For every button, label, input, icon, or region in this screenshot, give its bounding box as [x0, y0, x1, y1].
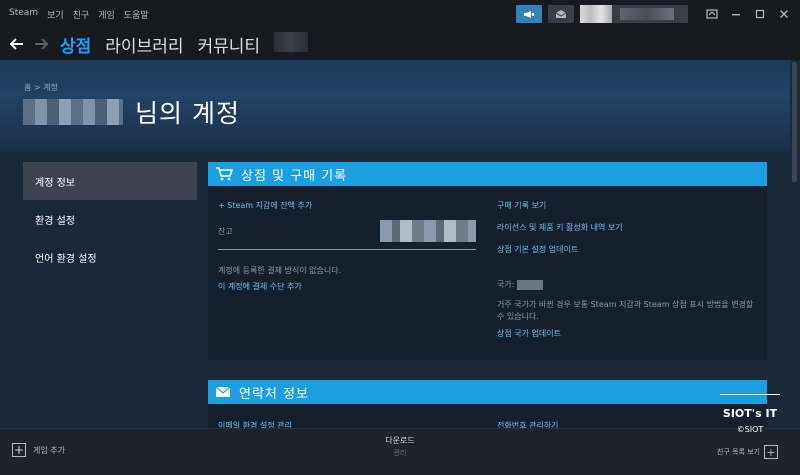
menu-games[interactable]: 게임 — [98, 8, 115, 21]
notifications-button[interactable] — [548, 5, 574, 23]
announcements-button[interactable] — [516, 5, 542, 23]
country-note: 거주 국가가 바뀐 경우 보통 Steam 지갑과 Steam 상점 표시 방법… — [497, 300, 754, 321]
balance-value-redacted — [380, 220, 476, 242]
phone-manage-link[interactable]: 전화번호 관리하기 — [497, 420, 558, 428]
sidebar-item-account-info[interactable]: 계정 정보 — [23, 162, 197, 200]
menu-view[interactable]: 보기 — [47, 8, 64, 21]
plus-icon: + — [764, 445, 778, 459]
contact-panel-title: 연락처 정보 — [239, 386, 309, 402]
envelope-icon — [215, 386, 231, 398]
bottom-bar: + 게임 추가 다운로드 관리 친구 목록 보기 + — [0, 428, 800, 475]
username-redacted — [620, 8, 674, 20]
email-prefs-link[interactable]: 이메일 환경 설정 관리 — [218, 420, 292, 428]
menu-friends[interactable]: 친구 — [73, 8, 90, 21]
maximize-icon[interactable] — [754, 8, 766, 20]
country-value-redacted — [517, 279, 544, 290]
balance-label: 잔고 — [218, 226, 233, 236]
sidebar: 계정 정보 환경 설정 언어 환경 설정 — [23, 162, 197, 276]
avatar — [580, 5, 612, 23]
arrow-left-icon — [10, 38, 23, 50]
minimize-icon[interactable] — [730, 8, 742, 20]
arrow-right-icon — [35, 38, 48, 50]
friends-label: 친구 목록 보기 — [716, 448, 760, 456]
store-purchase-panel: 상점 및 구매 기록 + Steam 지갑에 잔액 추가 잔고 계정에 등록한 … — [208, 162, 767, 360]
purchase-history-link[interactable]: 구매 기록 보기 — [497, 200, 759, 211]
friends-list-button[interactable]: 친구 목록 보기 + — [717, 445, 778, 459]
contact-panel-header: 연락처 정보 — [208, 380, 767, 404]
user-menu[interactable] — [580, 5, 688, 23]
breadcrumb[interactable]: 홈 > 계정 — [24, 82, 58, 93]
megaphone-icon — [524, 11, 534, 18]
store-panel-title: 상점 및 구매 기록 — [241, 168, 348, 184]
watermark-line — [720, 394, 780, 395]
page-title: 님의 계정 — [135, 99, 240, 128]
title-bar: Steam 보기 친구 게임 도움말 — [0, 0, 800, 28]
close-icon[interactable] — [778, 8, 790, 20]
contact-info-panel: 연락처 정보 이메일 환경 설정 관리 전화번호 관리하기 — [208, 380, 767, 428]
menu-bar: Steam 보기 친구 게임 도움말 — [0, 8, 149, 21]
account-name-redacted — [23, 99, 123, 125]
scrollbar[interactable] — [790, 60, 800, 428]
nav-community[interactable]: 커뮤니티 — [197, 32, 260, 57]
add-payment-link[interactable]: 이 계정에 결제 수단 추가 — [218, 281, 476, 292]
license-history-link[interactable]: 라이선스 및 제품 키 활성화 내역 보기 — [497, 222, 759, 233]
watermark-copyright: ©SIOT — [736, 425, 764, 434]
sidebar-item-preferences[interactable]: 환경 설정 — [23, 200, 197, 238]
menu-help[interactable]: 도움말 — [124, 8, 149, 21]
nav-library[interactable]: 라이브러리 — [105, 32, 183, 57]
forward-button[interactable] — [30, 33, 52, 55]
country-row: 국가: — [497, 279, 759, 290]
country-label: 국가: — [497, 280, 515, 289]
nav-store[interactable]: 상점 — [60, 32, 91, 57]
cart-icon — [215, 167, 233, 181]
divider — [218, 249, 476, 250]
envelope-icon — [555, 10, 567, 18]
watermark: SIOT's IT ©SIOT — [720, 394, 780, 434]
store-preferences-link[interactable]: 상점 기본 설정 업데이트 — [497, 244, 759, 255]
page-header: 홈 > 계정 님의 계정 — [0, 60, 790, 152]
store-panel-header: 상점 및 구매 기록 — [208, 162, 767, 186]
back-button[interactable] — [6, 33, 28, 55]
downloads-manage-label: 관리 — [393, 449, 407, 457]
scrollbar-thumb[interactable] — [792, 62, 797, 182]
watermark-title: SIOT's IT — [722, 407, 778, 420]
add-funds-link[interactable]: + Steam 지갑에 잔액 추가 — [218, 200, 476, 211]
downloads-label: 다운로드 — [385, 436, 415, 445]
screen-icon[interactable] — [706, 8, 718, 20]
menu-steam[interactable]: Steam — [9, 8, 38, 21]
sidebar-item-language[interactable]: 언어 환경 설정 — [23, 238, 197, 276]
nav-bar: 상점 라이브러리 커뮤니티 — [0, 28, 800, 60]
downloads-button[interactable]: 다운로드 관리 — [0, 435, 800, 458]
no-payment-text: 계정에 등록한 결제 방식이 없습니다. — [218, 266, 342, 275]
nav-profile-redacted[interactable] — [274, 31, 309, 52]
update-country-link[interactable]: 상점 국가 업데이트 — [497, 328, 759, 339]
